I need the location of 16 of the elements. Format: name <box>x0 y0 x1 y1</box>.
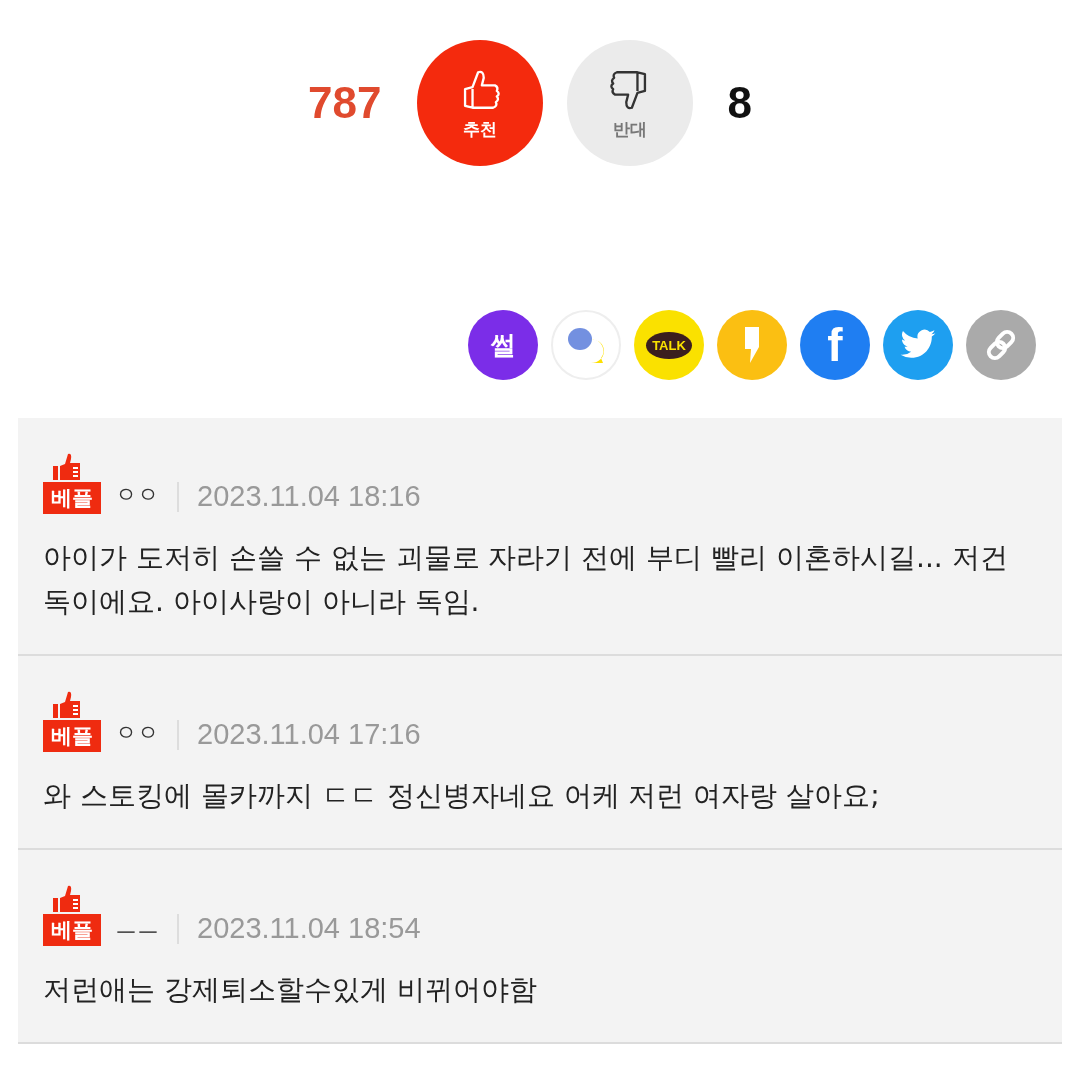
recommend-button[interactable]: 추천 <box>417 40 544 166</box>
facebook-icon[interactable]: f <box>800 310 870 380</box>
username: ㅡㅡ <box>115 913 159 941</box>
comment-date: 2023.11.04 17:16 <box>197 718 421 752</box>
sseol-share-icon[interactable]: 썰 <box>468 310 538 380</box>
comment-text: 와 스토킹에 몰카까지 ㄷㄷ 정신병자네요 어케 저런 여자랑 살아요; <box>43 778 881 814</box>
talk-share-icon[interactable]: TALK <box>634 310 704 380</box>
recommend-count: 787 <box>308 78 382 128</box>
oppose-count: 8 <box>727 78 752 128</box>
comment-text: 저런애는 강제퇴소할수있게 비뀌어야함 <box>43 972 538 1008</box>
comment-text: 아이가 도저히 손쓸 수 없는 괴물로 자라기 전에 부디 빨리 이혼하시길... 저건 독이에요. 아이사랑이 아니라 독임. <box>43 540 1009 620</box>
oppose-button[interactable]: 반대 <box>567 40 694 166</box>
comment-date: 2023.11.04 18:16 <box>197 480 421 514</box>
comment-date: 2023.11.04 18:54 <box>197 912 421 946</box>
username: ㅇㅇ <box>115 719 159 747</box>
username: ㅇㅇ <box>115 481 159 509</box>
